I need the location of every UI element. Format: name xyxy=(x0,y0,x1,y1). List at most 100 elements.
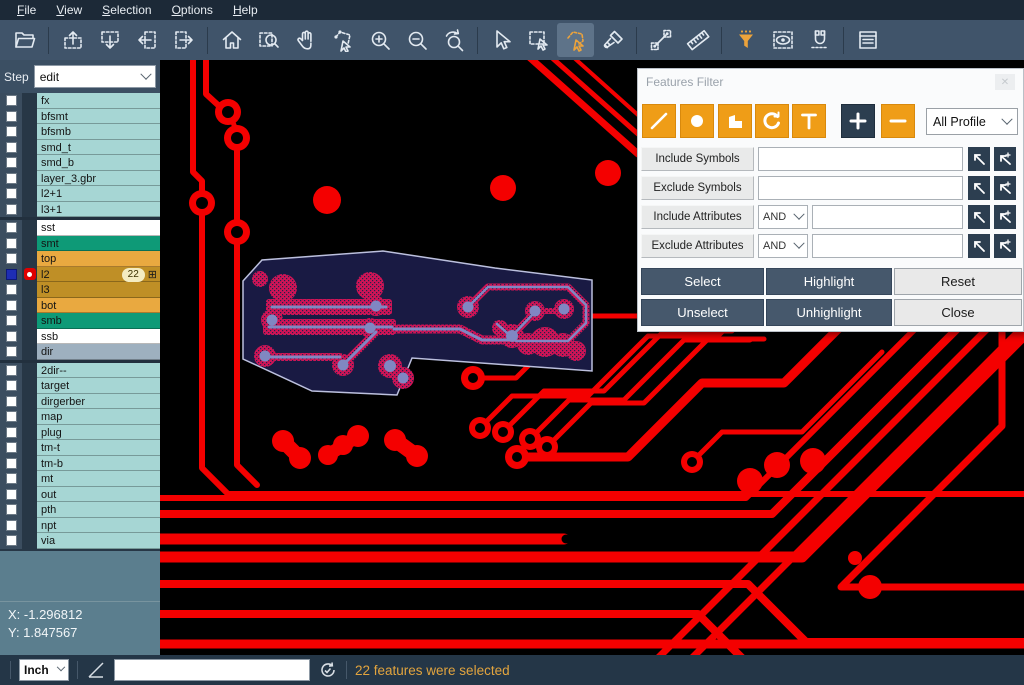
paint-brush-button[interactable] xyxy=(594,23,631,57)
layer-row-top[interactable]: top xyxy=(0,251,160,267)
layer-checkbox[interactable] xyxy=(6,284,17,295)
layer-label[interactable]: l3 xyxy=(37,282,160,298)
layer-label[interactable]: bfsmb xyxy=(37,124,160,140)
line-feature-button[interactable] xyxy=(642,104,676,138)
operator-select[interactable]: AND xyxy=(758,234,808,258)
measure-distance-button[interactable] xyxy=(642,23,679,57)
dialog-title-bar[interactable]: Features Filter ✕ xyxy=(638,69,1023,95)
pick-arrow-add-button[interactable] xyxy=(994,205,1016,229)
filter-value-input[interactable] xyxy=(812,234,963,258)
layer-label[interactable]: bot xyxy=(37,298,160,314)
layer-checkbox[interactable] xyxy=(6,253,17,264)
layer-label[interactable]: smd_t xyxy=(37,140,160,156)
layer-row-out[interactable]: out xyxy=(0,487,160,503)
zoom-in-button[interactable] xyxy=(361,23,398,57)
dialog-close-button[interactable]: ✕ xyxy=(995,74,1015,90)
rectangle-select-button[interactable] xyxy=(520,23,557,57)
layer-label[interactable]: top xyxy=(37,251,160,267)
pan-up-button[interactable] xyxy=(54,23,91,57)
polygon-select-button[interactable] xyxy=(557,23,594,57)
filter-value-input[interactable] xyxy=(758,176,963,200)
layer-checkbox[interactable] xyxy=(6,458,17,469)
layer-row-via[interactable]: via xyxy=(0,533,160,549)
pan-down-button[interactable] xyxy=(91,23,128,57)
arc-feature-button[interactable] xyxy=(755,104,789,138)
zoom-out-button[interactable] xyxy=(398,23,435,57)
layer-row-bot[interactable]: bot xyxy=(0,298,160,314)
menu-item-view[interactable]: View xyxy=(47,1,91,19)
unselect-button[interactable]: Unselect xyxy=(641,299,764,326)
layer-label[interactable]: smt xyxy=(37,236,160,252)
layer-label[interactable]: out xyxy=(37,487,160,503)
pick-arrow-button[interactable] xyxy=(968,205,990,229)
layer-checkbox[interactable] xyxy=(6,489,17,500)
layer-row-bfsmb[interactable]: bfsmb xyxy=(0,124,160,140)
ruler-button[interactable] xyxy=(679,23,716,57)
layer-row-sst[interactable]: sst xyxy=(0,220,160,236)
pick-arrow-add-button[interactable] xyxy=(994,147,1016,171)
pick-arrow-button[interactable] xyxy=(968,176,990,200)
layer-checkbox[interactable] xyxy=(6,346,17,357)
select-cursor-button[interactable] xyxy=(483,23,520,57)
highlight-button[interactable]: Highlight xyxy=(766,268,892,295)
layer-checkbox[interactable] xyxy=(6,427,17,438)
pick-arrow-add-button[interactable] xyxy=(994,176,1016,200)
layer-row-map[interactable]: map xyxy=(0,409,160,425)
surface-feature-button[interactable] xyxy=(718,104,752,138)
layer-label[interactable]: sst xyxy=(37,220,160,236)
pick-arrow-button[interactable] xyxy=(968,234,990,258)
open-file-button[interactable] xyxy=(6,23,43,57)
layer-label[interactable]: dirgerber xyxy=(37,394,160,410)
add-filter-button[interactable] xyxy=(841,104,875,138)
layer-label[interactable]: smb xyxy=(37,313,160,329)
layer-label[interactable]: via xyxy=(37,533,160,549)
layer-row-l3[interactable]: l3 xyxy=(0,282,160,298)
layer-checkbox[interactable] xyxy=(6,315,17,326)
layer-label[interactable]: map xyxy=(37,409,160,425)
layer-checkbox[interactable] xyxy=(6,238,17,249)
menu-item-help[interactable]: Help xyxy=(224,1,267,19)
layer-checkbox[interactable] xyxy=(6,411,17,422)
command-input[interactable] xyxy=(114,659,310,681)
grid-icon[interactable]: ⊞ xyxy=(148,270,157,280)
view-options-button[interactable] xyxy=(764,23,801,57)
filter-row-label-button[interactable]: Include Symbols xyxy=(641,147,754,171)
text-feature-button[interactable] xyxy=(792,104,826,138)
pick-arrow-button[interactable] xyxy=(968,147,990,171)
zoom-polygon-button[interactable] xyxy=(324,23,361,57)
layer-checkbox[interactable] xyxy=(6,331,17,342)
layer-checkbox[interactable] xyxy=(6,396,17,407)
layers-panel-button[interactable] xyxy=(849,23,886,57)
features-filter-button[interactable] xyxy=(727,23,764,57)
layer-checkbox[interactable] xyxy=(6,300,17,311)
layer-checkbox[interactable] xyxy=(6,442,17,453)
layer-row-mt[interactable]: mt xyxy=(0,471,160,487)
layer-checkbox[interactable] xyxy=(6,95,17,106)
layer-row-ssb[interactable]: ssb xyxy=(0,329,160,345)
layer-checkbox[interactable] xyxy=(6,173,17,184)
layer-row-l3+1[interactable]: l3+1 xyxy=(0,202,160,218)
layer-checkbox[interactable] xyxy=(6,222,17,233)
layer-checkbox[interactable] xyxy=(6,126,17,137)
layer-label[interactable]: mt xyxy=(37,471,160,487)
profile-select[interactable]: All Profile xyxy=(926,108,1018,135)
pan-left-button[interactable] xyxy=(128,23,165,57)
layer-label[interactable]: tm-b xyxy=(37,456,160,472)
layer-checkbox[interactable] xyxy=(6,365,17,376)
pan-hand-button[interactable] xyxy=(287,23,324,57)
pan-right-button[interactable] xyxy=(165,23,202,57)
layer-label[interactable]: bfsmt xyxy=(37,109,160,125)
zoom-previous-button[interactable] xyxy=(435,23,472,57)
layer-row-target[interactable]: target xyxy=(0,378,160,394)
layer-checkbox[interactable] xyxy=(6,520,17,531)
layer-checkbox[interactable] xyxy=(6,504,17,515)
sync-check-icon[interactable] xyxy=(318,660,338,680)
layer-row-l2+1[interactable]: l2+1 xyxy=(0,186,160,202)
layer-label[interactable]: target xyxy=(37,378,160,394)
select-button[interactable]: Select xyxy=(641,268,764,295)
menu-item-selection[interactable]: Selection xyxy=(93,1,160,19)
layer-row-pth[interactable]: pth xyxy=(0,502,160,518)
filter-value-input[interactable] xyxy=(812,205,963,229)
layer-checkbox[interactable] xyxy=(6,473,17,484)
layer-checkbox[interactable] xyxy=(6,157,17,168)
